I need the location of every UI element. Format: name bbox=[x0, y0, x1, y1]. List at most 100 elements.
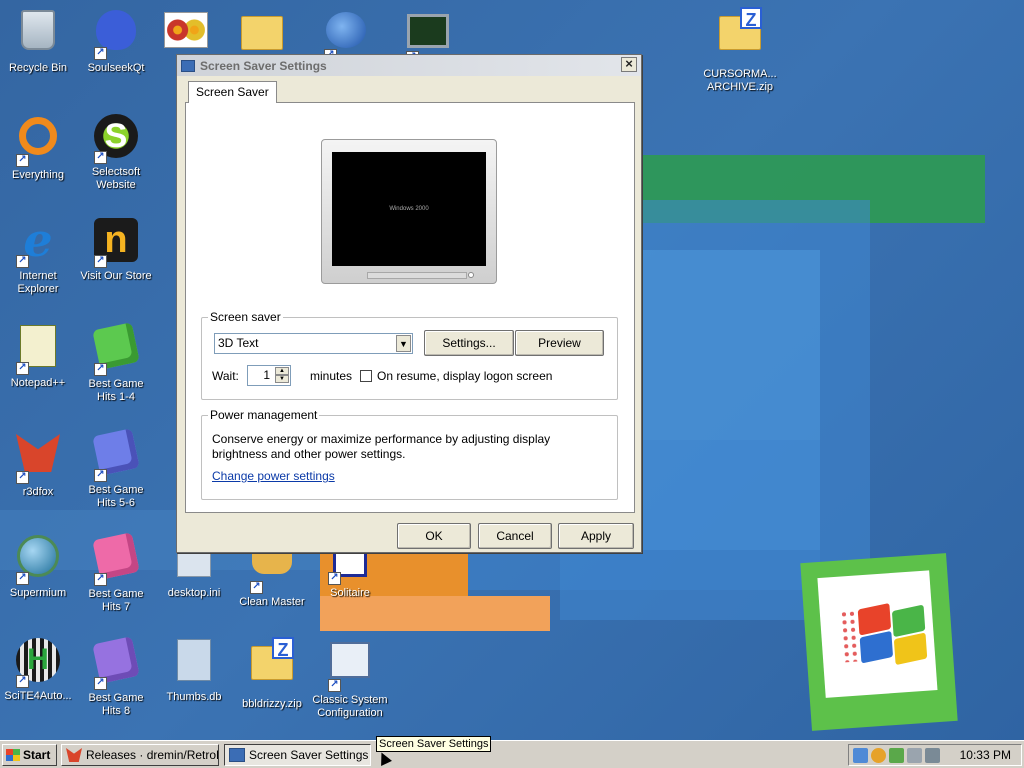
volume-tray-icon[interactable] bbox=[925, 747, 940, 763]
r3dfox-icon bbox=[66, 748, 82, 762]
shortcut-arrow-icon: ↗ bbox=[16, 572, 29, 585]
shortcut-arrow-icon: ↗ bbox=[328, 679, 341, 692]
desktop-icon-label: bbldrizzy.zip bbox=[242, 698, 302, 710]
shortcut-arrow-icon: ↗ bbox=[94, 363, 107, 376]
stepper-up-icon[interactable]: ▲ bbox=[275, 367, 289, 375]
preview-screen: Windows 2000 bbox=[332, 152, 486, 266]
monitor-base bbox=[367, 272, 467, 279]
desktop-icon-internet-explorer[interactable]: e ↗ Internet Explorer bbox=[0, 216, 76, 296]
desktop-icon-everything[interactable]: ↗ Everything bbox=[0, 112, 76, 182]
desktop-icon-label: SoulseekQt bbox=[87, 62, 145, 74]
desktop-icon-thumbs-db[interactable]: Thumbs.db bbox=[156, 636, 232, 704]
cancel-button[interactable]: Cancel bbox=[478, 523, 552, 549]
logon-screen-checkbox-label[interactable]: On resume, display logon screen bbox=[377, 369, 552, 383]
taskbar-item-label: Screen Saver Settings bbox=[249, 748, 369, 762]
desktop-icon-label: Notepad++ bbox=[10, 377, 66, 389]
change-power-settings-link[interactable]: Change power settings bbox=[212, 469, 335, 483]
notepad-plus-plus-icon bbox=[20, 325, 56, 367]
desktop-icon-label: Supermium bbox=[9, 587, 67, 599]
desktop-icon-label: Thumbs.db bbox=[166, 691, 222, 703]
taskbar-item-screen-saver-settings[interactable]: Screen Saver Settings bbox=[224, 744, 371, 766]
screen-saver-selected-value: 3D Text bbox=[218, 336, 259, 350]
r3dfox-icon bbox=[16, 434, 60, 472]
search-tray-icon[interactable] bbox=[871, 747, 886, 763]
shortcut-arrow-icon: ↗ bbox=[16, 255, 29, 268]
dialog-titlebar[interactable]: Screen Saver Settings × bbox=[177, 55, 641, 76]
shortcut-arrow-icon: ↗ bbox=[16, 154, 29, 167]
wait-minutes-value: 1 bbox=[263, 368, 270, 382]
monitor-power-led-icon bbox=[468, 272, 474, 278]
network-tray-icon[interactable] bbox=[853, 747, 868, 763]
preview-monitor: Windows 2000 bbox=[321, 139, 497, 284]
desktop-icon-label: Best Game Hits 7 bbox=[88, 588, 144, 613]
desktop-icon-label: Visit Our Store bbox=[80, 270, 152, 282]
shortcut-arrow-icon: ↗ bbox=[94, 677, 107, 690]
ok-button[interactable]: OK bbox=[397, 523, 471, 549]
shortcut-arrow-icon: ↗ bbox=[94, 255, 107, 268]
desktop-icon-best-game-hits-7[interactable]: ↗ Best Game Hits 7 bbox=[78, 532, 154, 614]
screen-saver-select[interactable]: 3D Text ▼ bbox=[214, 333, 413, 354]
taskbar-item-label: Releases · dremin/RetroB... bbox=[86, 748, 218, 762]
desktop-icon-label: Best Game Hits 8 bbox=[88, 692, 144, 717]
security-tray-icon[interactable] bbox=[889, 747, 904, 763]
shortcut-arrow-icon: ↗ bbox=[16, 675, 29, 688]
desktop-icon-label: Recycle Bin bbox=[8, 62, 68, 74]
preview-button[interactable]: Preview bbox=[515, 330, 604, 356]
close-button[interactable]: × bbox=[621, 57, 637, 72]
screen-saver-icon bbox=[181, 59, 195, 72]
wallpaper-orange-block bbox=[320, 596, 550, 631]
start-label: Start bbox=[23, 748, 51, 762]
zip-folder-icon: Z bbox=[251, 637, 294, 680]
clock[interactable]: 10:33 PM bbox=[960, 748, 1011, 762]
desktop-icon-classic-system-configuration[interactable]: ↗ Classic System Configuration bbox=[312, 636, 388, 720]
desktop-icon-best-game-hits-5-6[interactable]: ↗ Best Game Hits 5-6 bbox=[78, 428, 154, 510]
taskbar: Start Releases · dremin/RetroB... Screen… bbox=[0, 740, 1024, 768]
apply-button[interactable]: Apply bbox=[558, 523, 634, 549]
everything-search-icon bbox=[19, 117, 57, 155]
flower-image-icon bbox=[164, 12, 208, 48]
stepper-down-icon[interactable]: ▼ bbox=[275, 375, 289, 383]
desktop-icon-label: CURSORMA... ARCHIVE.zip bbox=[703, 68, 777, 93]
desktop-icon-label: Solitaire bbox=[330, 587, 370, 599]
desktop-icon-recycle-bin[interactable]: Recycle Bin bbox=[0, 6, 76, 75]
hardware-tray-icon[interactable] bbox=[907, 747, 922, 763]
shortcut-arrow-icon: ↗ bbox=[16, 471, 29, 484]
settings-button[interactable]: Settings... bbox=[424, 330, 514, 356]
taskbar-item-browser[interactable]: Releases · dremin/RetroB... bbox=[61, 744, 219, 766]
recycle-bin-icon bbox=[21, 10, 55, 50]
desktop-icon-label: Clean Master bbox=[239, 596, 305, 608]
desktop-icon-best-game-hits-8[interactable]: ↗ Best Game Hits 8 bbox=[78, 636, 154, 718]
logon-screen-checkbox[interactable] bbox=[360, 370, 372, 382]
desktop-icon-r3dfox[interactable]: ↗ r3dfox bbox=[0, 428, 76, 499]
shortcut-arrow-icon: ↗ bbox=[94, 469, 107, 482]
power-management-description: Conserve energy or maximize performance … bbox=[212, 432, 551, 461]
screen-saver-group-legend: Screen saver bbox=[208, 310, 283, 324]
desktop-icon-label: Everything bbox=[12, 169, 64, 181]
shortcut-arrow-icon: ↗ bbox=[94, 151, 107, 164]
desktop-icon-label: desktop.ini bbox=[167, 587, 221, 599]
soulseek-bird-icon bbox=[96, 10, 136, 50]
wait-minutes-stepper[interactable]: 1 ▲ ▼ bbox=[247, 365, 291, 386]
chevron-down-icon[interactable]: ▼ bbox=[396, 335, 411, 352]
desktop-icon-selectsoft[interactable]: S ↗ Selectsoft Website bbox=[78, 112, 154, 192]
shortcut-arrow-icon: ↗ bbox=[94, 47, 107, 60]
desktop-icon-label: SciTE4Auto... bbox=[4, 690, 72, 702]
desktop-icon-soulseekqt[interactable]: ↗ SoulseekQt bbox=[78, 6, 154, 75]
desktop-icon-visit-our-store[interactable]: n ↗ Visit Our Store bbox=[78, 216, 154, 283]
tab-screen-saver[interactable]: Screen Saver bbox=[188, 81, 277, 103]
shortcut-arrow-icon: ↗ bbox=[94, 573, 107, 586]
desktop-icon-label: Classic System Configuration bbox=[312, 694, 388, 719]
power-management-group: Power management Conserve energy or maxi… bbox=[201, 408, 618, 500]
desktop-icon-scite4autoit[interactable]: H ↗ SciTE4Auto... bbox=[0, 636, 76, 703]
shortcut-arrow-icon: ↗ bbox=[16, 362, 29, 375]
desktop-icon-notepad-plus-plus[interactable]: ↗ Notepad++ bbox=[0, 322, 76, 390]
desktop-icon-supermium[interactable]: ↗ Supermium bbox=[0, 532, 76, 600]
start-button[interactable]: Start bbox=[2, 744, 57, 766]
windows-flag-icon bbox=[6, 749, 20, 761]
desktop-icon-bbldrizzy-zip[interactable]: Z bbldrizzy.zip bbox=[234, 636, 310, 711]
desktop-icon-best-game-hits-1-4[interactable]: ↗ Best Game Hits 1-4 bbox=[78, 322, 154, 404]
folder-icon bbox=[241, 16, 283, 50]
screen-saver-panel: Windows 2000 Screen saver 3D Text ▼ Sett… bbox=[185, 102, 635, 513]
windows-logo-card bbox=[817, 570, 938, 698]
desktop-icon-cursormania-archive[interactable]: Z CURSORMA... ARCHIVE.zip bbox=[700, 6, 780, 94]
